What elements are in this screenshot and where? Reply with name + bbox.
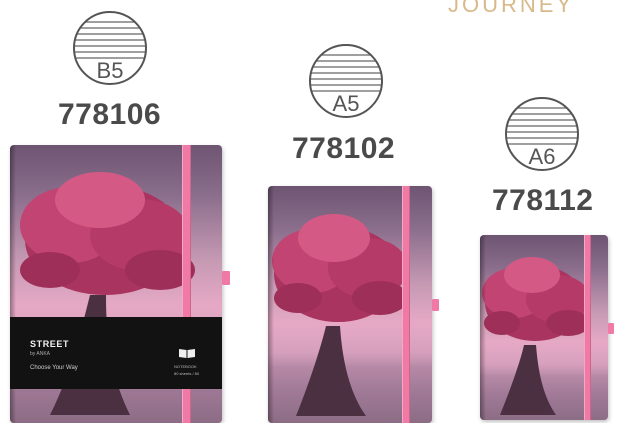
pen-loop <box>608 323 614 334</box>
size-badge-a5: A5 <box>306 41 386 121</box>
sleeve-band: STREET by ANKA Choose Your Way NOTEBOOK … <box>10 317 222 389</box>
notebook-a5 <box>268 186 439 423</box>
elastic-band <box>584 235 591 420</box>
size-label: B5 <box>96 58 124 83</box>
spine-shadow <box>480 235 486 420</box>
product-code: 778102 <box>292 132 396 165</box>
size-label: A5 <box>332 91 360 116</box>
band-sub: by ANKA <box>30 351 51 357</box>
open-book-icon <box>179 349 195 358</box>
pen-loop <box>432 299 439 311</box>
size-badge-a6: A6 <box>502 94 582 174</box>
pen-loop <box>222 271 230 285</box>
band-small-1: NOTEBOOK <box>174 364 197 369</box>
band-small-2: 80 sheets / 80 <box>174 371 200 376</box>
notebook-b5: STREET by ANKA Choose Your Way NOTEBOOK … <box>10 145 230 423</box>
size-badge-b5: B5 <box>70 8 150 88</box>
brand-wordmark: JOURNEY <box>448 0 575 17</box>
band-brand: STREET <box>30 339 70 349</box>
band-tagline: Choose Your Way <box>30 365 78 371</box>
spine-shadow <box>268 186 274 423</box>
elastic-band <box>402 186 410 423</box>
product-code: 778106 <box>58 98 162 131</box>
size-label: A6 <box>528 144 556 169</box>
product-code: 778112 <box>492 184 594 217</box>
notebook-a6 <box>480 235 614 420</box>
